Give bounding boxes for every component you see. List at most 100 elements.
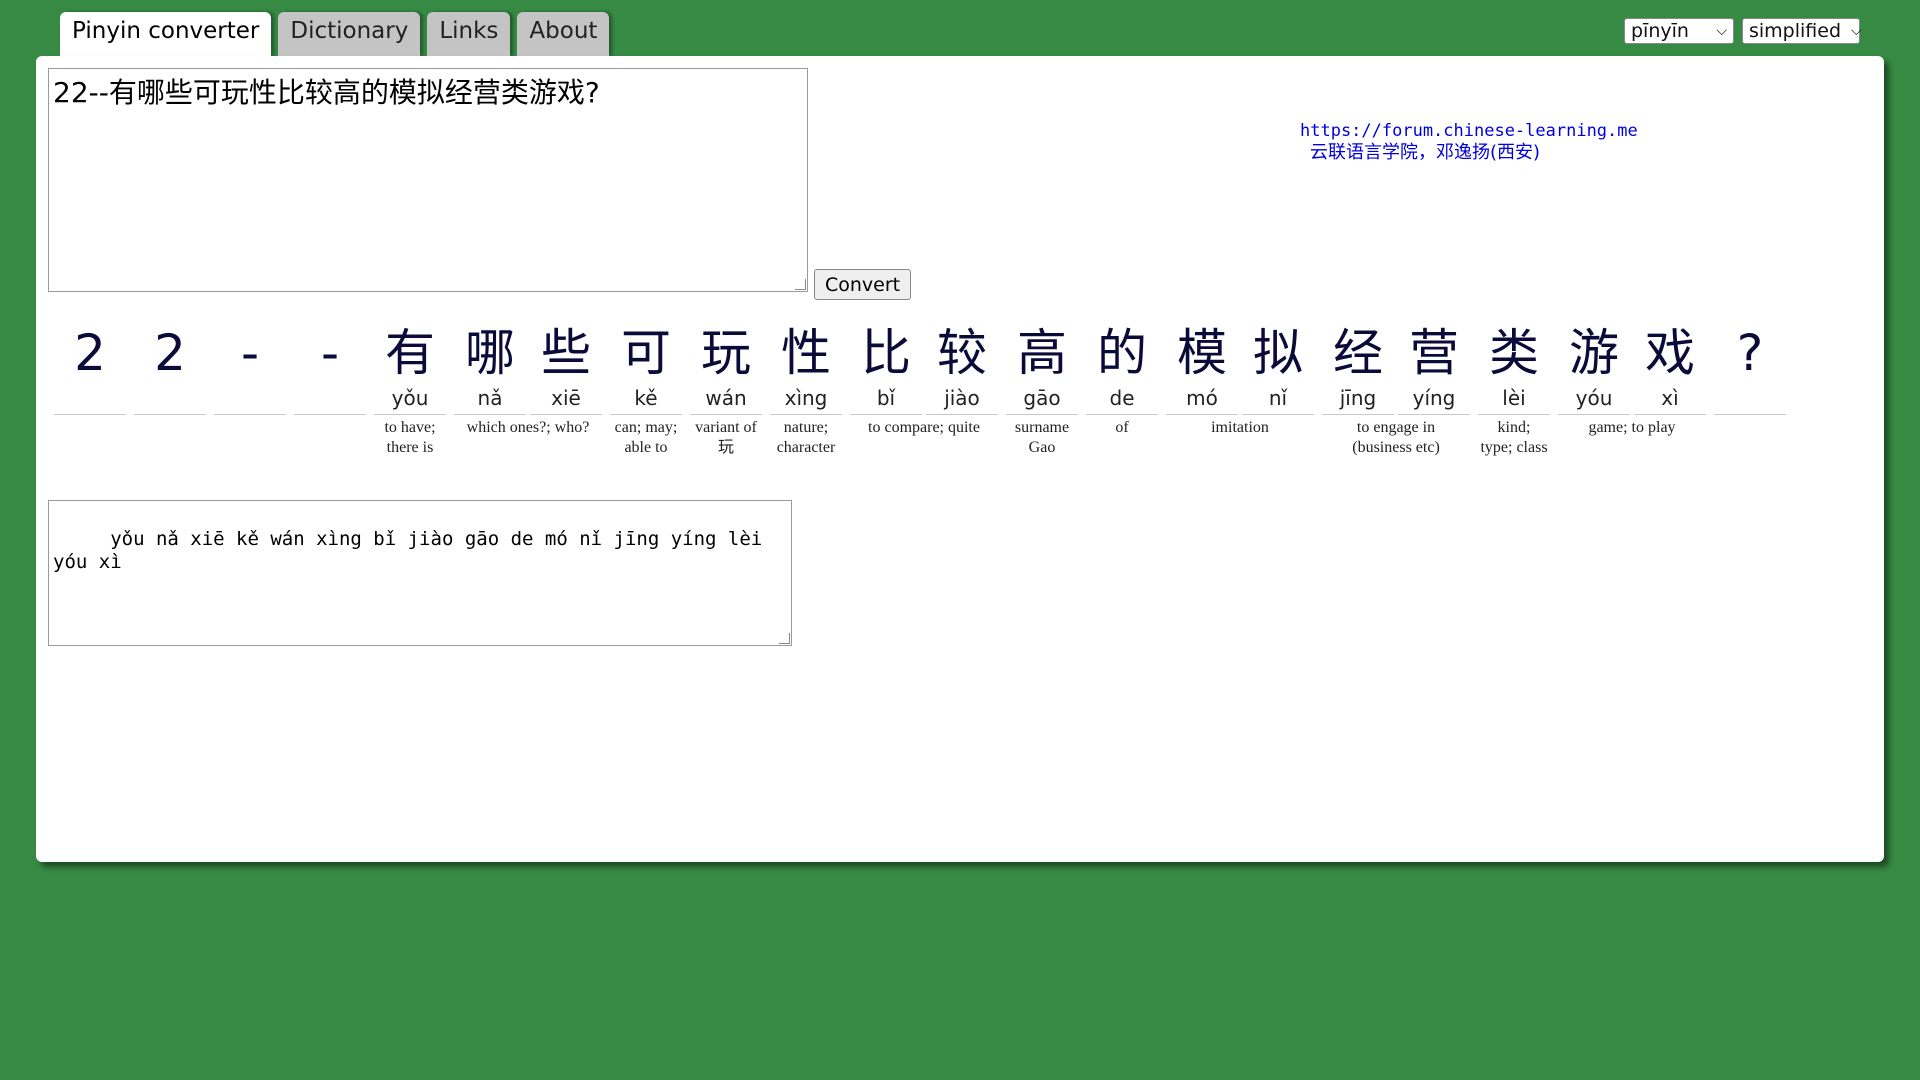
- pinyin: kě: [634, 386, 658, 410]
- char-cell[interactable]: 较 jiào: [924, 322, 1000, 415]
- pinyin: [132, 384, 208, 412]
- char-cell[interactable]: 戏 xì: [1632, 322, 1708, 415]
- divider: [54, 414, 126, 415]
- chevron-down-icon: ⌵: [1716, 23, 1727, 39]
- char-cell[interactable]: 模 mó: [1164, 322, 1240, 415]
- divider: [294, 414, 366, 415]
- chinese-input-value: 22--有哪些可玩性比较高的模拟经营类游戏?: [53, 76, 600, 109]
- pinyin: [212, 384, 288, 412]
- char-cell[interactable]: 性 xìng: [768, 322, 844, 415]
- definition: to engage in (business etc): [1352, 419, 1440, 456]
- divider: [454, 414, 526, 415]
- hanzi: 模: [1177, 324, 1227, 382]
- char-cell[interactable]: 可 kě: [608, 322, 684, 415]
- divider: [374, 414, 446, 415]
- chevron-down-icon: ⌵: [1851, 23, 1862, 39]
- tab-about[interactable]: About: [517, 12, 610, 56]
- char-cell[interactable]: 2: [52, 322, 128, 415]
- pinyin: de: [1109, 386, 1135, 410]
- divider: [1714, 414, 1786, 415]
- char-cell[interactable]: 的 de: [1084, 322, 1160, 415]
- definition: to compare; quite: [868, 419, 980, 436]
- char-cell[interactable]: 经 jīng: [1320, 322, 1396, 415]
- divider: [214, 414, 286, 415]
- divider: [770, 414, 842, 415]
- hanzi: 戏: [1645, 324, 1695, 382]
- divider: [134, 414, 206, 415]
- hanzi: 高: [1017, 324, 1067, 382]
- divider: [1086, 414, 1158, 415]
- char-cell[interactable]: 游 yóu: [1556, 322, 1632, 415]
- definition: game; to play: [1588, 419, 1676, 436]
- pinyin: gāo: [1023, 386, 1061, 410]
- hanzi: ?: [1736, 324, 1764, 382]
- char-cell[interactable]: 玩 wán: [688, 322, 764, 415]
- hanzi: 比: [861, 324, 911, 382]
- divider: [610, 414, 682, 415]
- pinyin: wán: [705, 386, 747, 410]
- hanzi: 些: [541, 324, 591, 382]
- char-cell[interactable]: 2: [132, 322, 208, 415]
- definition: imitation: [1211, 419, 1269, 436]
- hanzi: 玩: [701, 324, 751, 382]
- hanzi: 拟: [1253, 324, 1303, 382]
- hanzi: 2: [154, 324, 186, 382]
- hanzi: 较: [937, 324, 987, 382]
- char-cell[interactable]: 比 bǐ: [848, 322, 924, 415]
- hanzi: 2: [74, 324, 106, 382]
- pinyin: bǐ: [876, 386, 896, 410]
- divider: [1478, 414, 1550, 415]
- pinyin: yíng: [1412, 386, 1456, 410]
- pinyin-output-textarea[interactable]: yǒu nǎ xiē kě wán xìng bǐ jiào gāo de mó…: [48, 500, 792, 646]
- resize-handle[interactable]: [795, 279, 806, 290]
- char-cell[interactable]: -: [212, 322, 288, 415]
- divider: [1242, 414, 1314, 415]
- romanization-select-value: pīnyīn: [1631, 20, 1689, 42]
- pinyin: lèi: [1502, 386, 1526, 410]
- char-cell[interactable]: 高 gāo: [1004, 322, 1080, 415]
- forum-links: https://forum.chinese-learning.me 云联语言学院…: [1300, 120, 1638, 164]
- hanzi: -: [240, 324, 260, 382]
- forum-url-link[interactable]: https://forum.chinese-learning.me: [1300, 120, 1638, 142]
- tab-dictionary[interactable]: Dictionary: [278, 12, 421, 56]
- char-cell[interactable]: 有 yǒu: [372, 322, 448, 415]
- definition: surname Gao: [1014, 419, 1070, 456]
- definition: variant of 玩: [695, 419, 757, 456]
- chinese-input-textarea[interactable]: 22--有哪些可玩性比较高的模拟经营类游戏?: [48, 68, 808, 292]
- divider: [1166, 414, 1238, 415]
- char-cell[interactable]: ?: [1712, 322, 1788, 415]
- hanzi: 性: [781, 324, 831, 382]
- definition: can; may; able to: [614, 419, 678, 456]
- char-cell[interactable]: -: [292, 322, 368, 415]
- hanzi: 哪: [465, 324, 515, 382]
- char-cell[interactable]: 些 xiē: [528, 322, 604, 415]
- pinyin: xì: [1661, 386, 1679, 410]
- char-cell[interactable]: 拟 nǐ: [1240, 322, 1316, 415]
- char-cell[interactable]: 营 yíng: [1396, 322, 1472, 415]
- tab-pinyin-converter[interactable]: Pinyin converter: [60, 12, 272, 56]
- pinyin: yǒu: [391, 386, 429, 410]
- hanzi: 游: [1569, 324, 1619, 382]
- pinyin: [1712, 384, 1788, 412]
- divider: [1322, 414, 1394, 415]
- definition: to have; there is: [384, 419, 436, 456]
- script-select[interactable]: simplified ⌵: [1742, 18, 1862, 44]
- romanization-select[interactable]: pīnyīn ⌵: [1624, 18, 1734, 44]
- academy-link[interactable]: 云联语言学院，邓逸扬(西安): [1300, 142, 1638, 164]
- pinyin: nǐ: [1268, 386, 1288, 410]
- pinyin: [52, 384, 128, 412]
- pinyin: mó: [1186, 386, 1218, 410]
- char-cell[interactable]: 哪 nǎ: [452, 322, 528, 415]
- resize-handle[interactable]: [779, 633, 790, 644]
- tab-links[interactable]: Links: [427, 12, 511, 56]
- pinyin: xìng: [784, 386, 828, 410]
- divider: [926, 414, 998, 415]
- definition: nature; character: [776, 419, 836, 456]
- divider: [850, 414, 922, 415]
- char-cell[interactable]: 类 lèi: [1476, 322, 1552, 415]
- hanzi: 的: [1097, 324, 1147, 382]
- divider: [1558, 414, 1630, 415]
- pinyin: jīng: [1339, 386, 1377, 410]
- convert-button[interactable]: Convert: [814, 269, 912, 300]
- tab-bar: Pinyin converter Dictionary Links About: [60, 12, 610, 56]
